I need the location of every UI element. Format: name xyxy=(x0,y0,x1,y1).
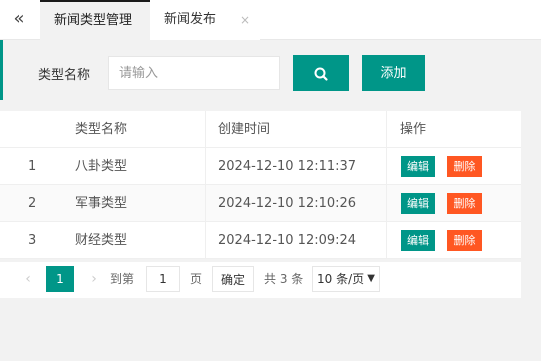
column-divider xyxy=(386,185,387,221)
row-type-name: 军事类型 xyxy=(75,196,128,211)
header-type-name: 类型名称 xyxy=(75,122,128,137)
row-created-time: 2024-12-10 12:09:24 xyxy=(218,233,357,248)
page-size-value: 10 条/页 xyxy=(317,272,365,286)
row-type-name: 八卦类型 xyxy=(75,159,128,174)
delete-button[interactable]: 删除 xyxy=(447,230,482,251)
edit-button[interactable]: 编辑 xyxy=(401,156,435,177)
chevron-down-icon: ▼ xyxy=(367,273,375,284)
header-created-time: 创建时间 xyxy=(218,122,271,137)
column-divider xyxy=(205,111,206,147)
type-name-label: 类型名称 xyxy=(38,68,91,83)
edit-button[interactable]: 编辑 xyxy=(401,193,435,214)
table-row: 2 军事类型 2024-12-10 12:10:26 编辑 删除 xyxy=(0,185,521,222)
goto-confirm-button[interactable]: 确定 xyxy=(212,266,254,292)
type-name-input[interactable] xyxy=(108,56,280,90)
column-divider xyxy=(205,185,206,221)
table-row: 1 八卦类型 2024-12-10 12:11:37 编辑 删除 xyxy=(0,148,521,185)
column-divider xyxy=(386,222,387,258)
add-button[interactable]: 添加 xyxy=(362,55,425,91)
next-page-icon[interactable]: › xyxy=(86,266,102,292)
header-operations: 操作 xyxy=(400,122,427,137)
column-divider xyxy=(386,111,387,147)
tab-news-type-management[interactable]: 新闻类型管理 xyxy=(40,0,150,40)
column-divider xyxy=(205,148,206,184)
column-divider xyxy=(205,222,206,258)
pagination: ‹ 1 › 到第 页 确定 共 3 条 10 条/页 ▼ xyxy=(0,262,521,298)
current-page[interactable]: 1 xyxy=(46,266,74,292)
search-form: 类型名称 添加 xyxy=(0,40,541,110)
delete-button[interactable]: 删除 xyxy=(447,156,482,177)
tab-label: 新闻类型管理 xyxy=(54,13,133,28)
page-unit-label: 页 xyxy=(190,272,203,286)
row-created-time: 2024-12-10 12:10:26 xyxy=(218,196,357,211)
edit-button[interactable]: 编辑 xyxy=(401,230,435,251)
column-divider xyxy=(386,148,387,184)
prev-page-icon[interactable]: ‹ xyxy=(20,266,36,292)
row-index: 3 xyxy=(28,233,37,248)
search-icon xyxy=(314,67,328,81)
collapse-sidebar-icon[interactable]: « xyxy=(8,8,30,32)
goto-page-input[interactable] xyxy=(146,266,180,292)
table-row: 3 财经类型 2024-12-10 12:09:24 编辑 删除 xyxy=(0,222,521,259)
goto-label: 到第 xyxy=(110,272,135,286)
close-icon[interactable]: × xyxy=(240,0,250,40)
row-index: 2 xyxy=(28,196,37,211)
row-created-time: 2024-12-10 12:11:37 xyxy=(218,159,357,174)
tab-bar: « 新闻类型管理 新闻发布 × xyxy=(0,0,541,40)
total-count: 共 3 条 xyxy=(264,272,304,286)
tab-news-publish[interactable]: 新闻发布 × xyxy=(150,0,260,40)
search-button[interactable] xyxy=(293,55,349,91)
tab-label: 新闻发布 xyxy=(164,12,217,27)
page-size-select[interactable]: 10 条/页 ▼ xyxy=(312,266,380,292)
news-type-table: 类型名称 创建时间 操作 1 八卦类型 2024-12-10 12:11:37 … xyxy=(0,111,521,259)
row-type-name: 财经类型 xyxy=(75,233,128,248)
table-header-row: 类型名称 创建时间 操作 xyxy=(0,111,521,148)
row-index: 1 xyxy=(28,159,37,174)
delete-button[interactable]: 删除 xyxy=(447,193,482,214)
